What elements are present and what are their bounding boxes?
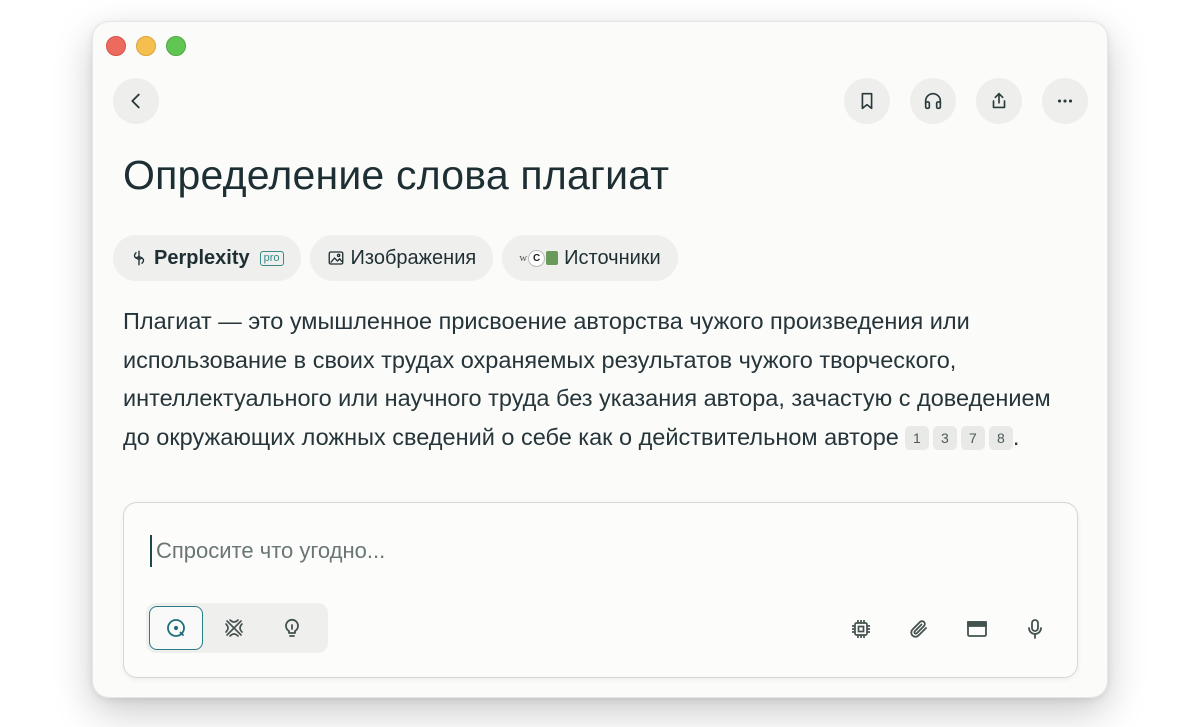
headphones-icon	[924, 92, 942, 110]
mode-research-button[interactable]	[207, 606, 261, 650]
perplexity-logo-icon	[133, 250, 145, 266]
answer-end-punct: .	[1012, 423, 1020, 450]
tab-sources-label: Источники	[564, 246, 661, 269]
bookmark-icon	[861, 92, 873, 110]
listen-button[interactable]	[910, 78, 956, 124]
answer-text: Плагиат — это умышленное присвоение авто…	[123, 302, 1053, 456]
composer	[123, 502, 1078, 678]
source-favicons-icon: w C	[519, 249, 559, 267]
traffic-lights	[106, 36, 186, 56]
tab-images[interactable]: Изображения	[309, 235, 494, 281]
mode-selector	[146, 603, 328, 653]
research-icon	[225, 619, 243, 637]
citation-badge[interactable]: 1	[904, 425, 929, 450]
paperclip-icon	[910, 620, 927, 638]
tab-images-label: Изображения	[350, 246, 477, 269]
more-horizontal-icon	[1057, 99, 1073, 103]
citation-badge[interactable]: 3	[932, 425, 957, 450]
mode-search-button[interactable]	[149, 606, 203, 650]
back-button[interactable]	[113, 78, 159, 124]
close-window-button[interactable]	[106, 36, 126, 56]
browser-window-icon	[967, 621, 987, 637]
microphone-icon	[1028, 619, 1042, 639]
chevron-left-icon	[131, 93, 140, 109]
bookmark-button[interactable]	[844, 78, 890, 124]
share-button[interactable]	[976, 78, 1022, 124]
attach-button[interactable]	[905, 615, 933, 643]
tab-perplexity[interactable]: Perplexity pro	[113, 235, 301, 281]
browser-button[interactable]	[963, 615, 991, 643]
composer-tools	[847, 615, 1049, 643]
citation-badge[interactable]: 7	[960, 425, 985, 450]
model-select-button[interactable]	[847, 615, 875, 643]
mode-labs-button[interactable]	[265, 606, 319, 650]
minimize-window-button[interactable]	[136, 36, 156, 56]
image-icon	[328, 251, 343, 265]
tab-sources[interactable]: w C Источники	[502, 235, 678, 281]
pro-badge: pro	[259, 250, 284, 266]
voice-input-button[interactable]	[1021, 615, 1049, 643]
more-button[interactable]	[1042, 78, 1088, 124]
prompt-input[interactable]	[150, 535, 1036, 567]
search-icon	[167, 619, 185, 637]
lightbulb-icon	[285, 618, 299, 637]
answer-tabs: Perplexity pro Изображения w C Источники	[113, 235, 678, 281]
page-title: Определение слова плагиат	[123, 152, 670, 198]
share-icon	[992, 92, 1006, 109]
citation-badge[interactable]: 8	[988, 425, 1013, 450]
app-window: Определение слова плагиат Perplexity pro…	[93, 22, 1107, 697]
model-chip-icon	[852, 620, 870, 638]
zoom-window-button[interactable]	[166, 36, 186, 56]
tab-perplexity-label: Perplexity	[154, 246, 250, 269]
